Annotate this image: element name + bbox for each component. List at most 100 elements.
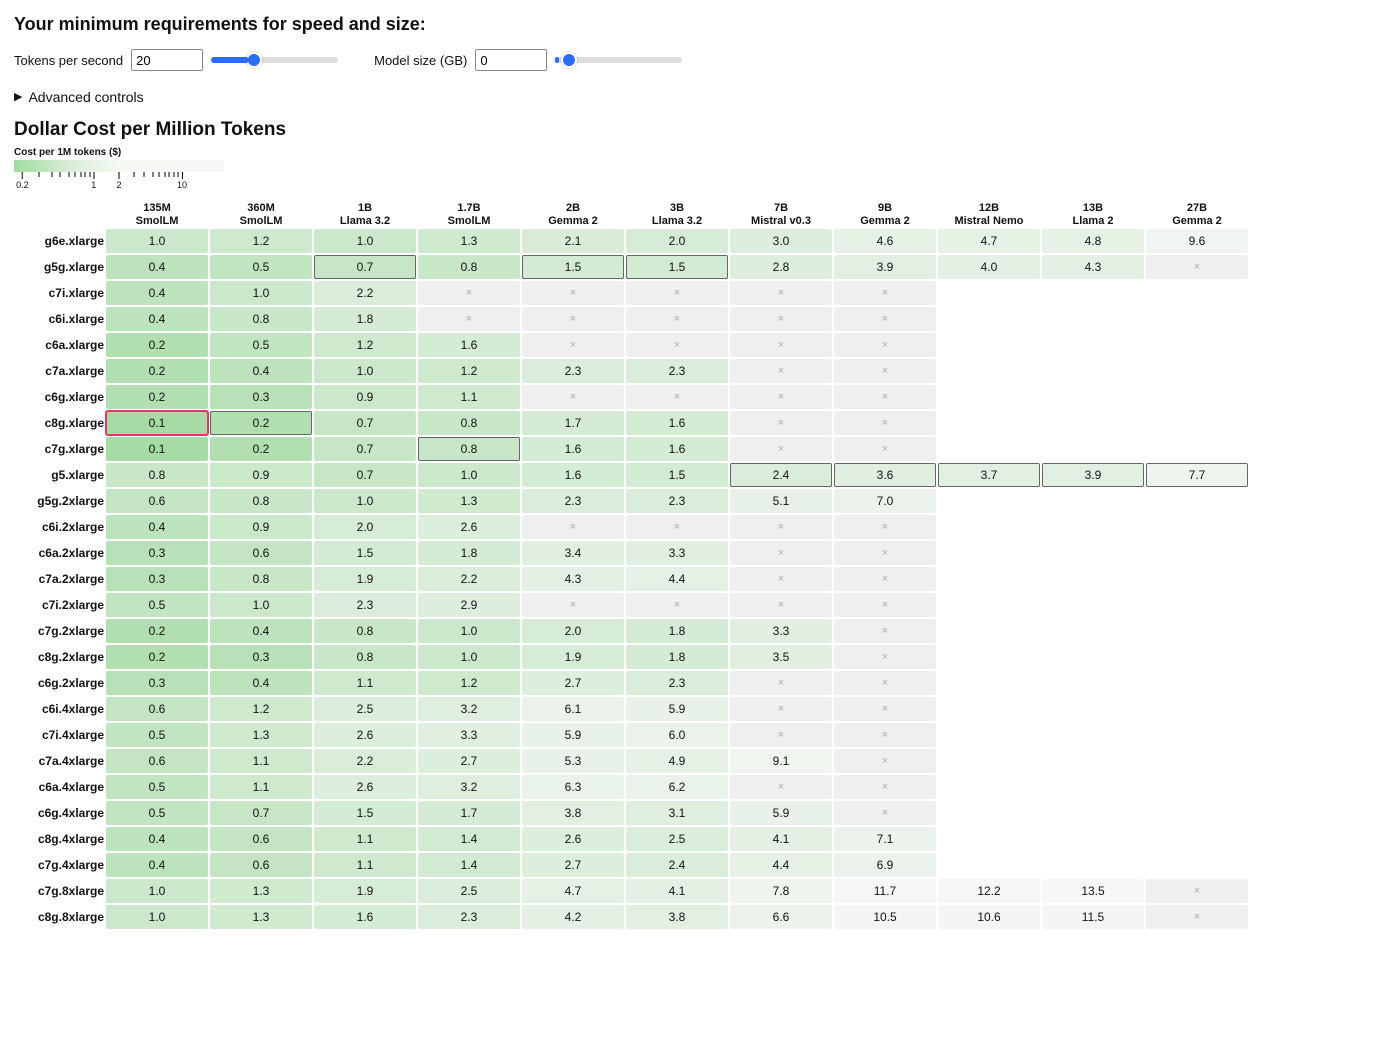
heatmap-cell xyxy=(938,827,1040,851)
heatmap-cell: 1.6 xyxy=(626,437,728,461)
heatmap-cell: 0.8 xyxy=(418,411,520,435)
heatmap-cell: 0.8 xyxy=(106,463,208,487)
heatmap-cell: 2.8 xyxy=(730,255,832,279)
heatmap-cell: × xyxy=(730,697,832,721)
heatmap-cell: 0.2 xyxy=(106,359,208,383)
row-header: c8g.4xlarge xyxy=(16,827,104,851)
heatmap-cell xyxy=(1146,385,1248,409)
heatmap-cell xyxy=(938,801,1040,825)
heatmap-cell: 0.8 xyxy=(418,437,520,461)
heatmap-cell xyxy=(938,333,1040,357)
heatmap-cell: × xyxy=(730,775,832,799)
tokens-input[interactable] xyxy=(131,49,203,71)
heatmap-cell: × xyxy=(834,749,936,773)
column-header: 13BLlama 2 xyxy=(1042,202,1144,227)
heatmap-cell: 2.5 xyxy=(418,879,520,903)
heatmap-cell: 1.6 xyxy=(314,905,416,929)
heatmap-cell: 1.4 xyxy=(418,827,520,851)
heatmap-cell: 2.3 xyxy=(418,905,520,929)
heatmap-cell: 0.5 xyxy=(106,775,208,799)
heatmap-cell: × xyxy=(834,359,936,383)
heatmap-cell: 0.7 xyxy=(314,437,416,461)
heatmap-cell: 0.3 xyxy=(106,567,208,591)
heatmap-cell: 0.7 xyxy=(314,411,416,435)
heatmap-cell: 3.2 xyxy=(418,697,520,721)
heatmap-cell: 1.5 xyxy=(626,255,728,279)
heatmap-cell: 0.4 xyxy=(106,515,208,539)
heatmap-cell: × xyxy=(730,307,832,331)
row-header: c7a.xlarge xyxy=(16,359,104,383)
heatmap-cell: 1.1 xyxy=(210,749,312,773)
heatmap-cell: 2.6 xyxy=(314,723,416,747)
heatmap-cell: 9.6 xyxy=(1146,229,1248,253)
heatmap-cell xyxy=(1042,593,1144,617)
heatmap-cell: 0.4 xyxy=(210,671,312,695)
heatmap-cell: × xyxy=(1146,905,1248,929)
heatmap-cell: 10.6 xyxy=(938,905,1040,929)
heatmap-cell: × xyxy=(626,385,728,409)
heatmap-cell: 3.4 xyxy=(522,541,624,565)
heatmap-cell: 0.3 xyxy=(106,541,208,565)
heatmap-cell xyxy=(938,645,1040,669)
heatmap-cell xyxy=(1146,853,1248,877)
heatmap-cell: 10.5 xyxy=(834,905,936,929)
heatmap-cell: 5.9 xyxy=(730,801,832,825)
heatmap-cell xyxy=(1146,307,1248,331)
heatmap-cell: × xyxy=(1146,879,1248,903)
legend-ticks: 0.21210 xyxy=(14,172,224,190)
heatmap-cell xyxy=(938,723,1040,747)
heatmap-cell: 2.0 xyxy=(522,619,624,643)
advanced-controls[interactable]: Advanced controls xyxy=(14,89,1362,105)
heatmap-cell xyxy=(938,697,1040,721)
heatmap-cell xyxy=(1042,671,1144,695)
heatmap-cell: × xyxy=(834,697,936,721)
heatmap-cell: 4.0 xyxy=(938,255,1040,279)
heatmap-cell xyxy=(938,853,1040,877)
heatmap-cell: 0.4 xyxy=(210,359,312,383)
heatmap-cell xyxy=(1146,281,1248,305)
model-size-slider[interactable] xyxy=(557,57,682,63)
heatmap-cell: 1.0 xyxy=(314,489,416,513)
heatmap-cell: 1.1 xyxy=(418,385,520,409)
heatmap-cell: 0.5 xyxy=(106,593,208,617)
heatmap-cell xyxy=(1042,723,1144,747)
heatmap-cell xyxy=(938,359,1040,383)
heatmap-cell: 1.0 xyxy=(106,905,208,929)
controls-row: Tokens per second Model size (GB) xyxy=(14,49,1362,71)
heatmap-cell xyxy=(938,749,1040,773)
advanced-controls-label: Advanced controls xyxy=(28,89,143,105)
heatmap-cell: 5.9 xyxy=(522,723,624,747)
heatmap-cell: × xyxy=(730,281,832,305)
heatmap-cell: × xyxy=(834,671,936,695)
heatmap-cell: 12.2 xyxy=(938,879,1040,903)
heatmap-cell xyxy=(938,411,1040,435)
heatmap-cell xyxy=(1146,671,1248,695)
heatmap-cell xyxy=(1042,541,1144,565)
heatmap-cell: × xyxy=(730,385,832,409)
heatmap-cell: × xyxy=(834,775,936,799)
heatmap-cell: 1.9 xyxy=(314,879,416,903)
column-header: 1.7BSmolLM xyxy=(418,202,520,227)
row-header: c7a.2xlarge xyxy=(16,567,104,591)
heatmap-cell xyxy=(1146,723,1248,747)
tokens-slider[interactable] xyxy=(213,57,338,63)
heatmap-cell: × xyxy=(730,333,832,357)
heatmap-cell: 2.4 xyxy=(626,853,728,877)
heatmap-cell xyxy=(1042,697,1144,721)
heatmap-cell: 2.7 xyxy=(522,671,624,695)
heatmap-cell: 7.0 xyxy=(834,489,936,513)
model-size-input[interactable] xyxy=(475,49,547,71)
row-header: c6a.2xlarge xyxy=(16,541,104,565)
heatmap-cell: 1.1 xyxy=(314,827,416,851)
heatmap-cell: 0.9 xyxy=(210,463,312,487)
heatmap-cell: 4.7 xyxy=(938,229,1040,253)
heatmap-cell: 4.1 xyxy=(626,879,728,903)
heatmap-cell xyxy=(938,307,1040,331)
color-legend: Cost per 1M tokens ($) 0.21210 xyxy=(14,147,1362,190)
heatmap-cell xyxy=(1146,333,1248,357)
heatmap-cell xyxy=(1042,853,1144,877)
column-header: 1BLlama 3.2 xyxy=(314,202,416,227)
section-title: Dollar Cost per Million Tokens xyxy=(14,119,1362,141)
heatmap-cell: 3.9 xyxy=(834,255,936,279)
heatmap-cell: 1.0 xyxy=(418,645,520,669)
